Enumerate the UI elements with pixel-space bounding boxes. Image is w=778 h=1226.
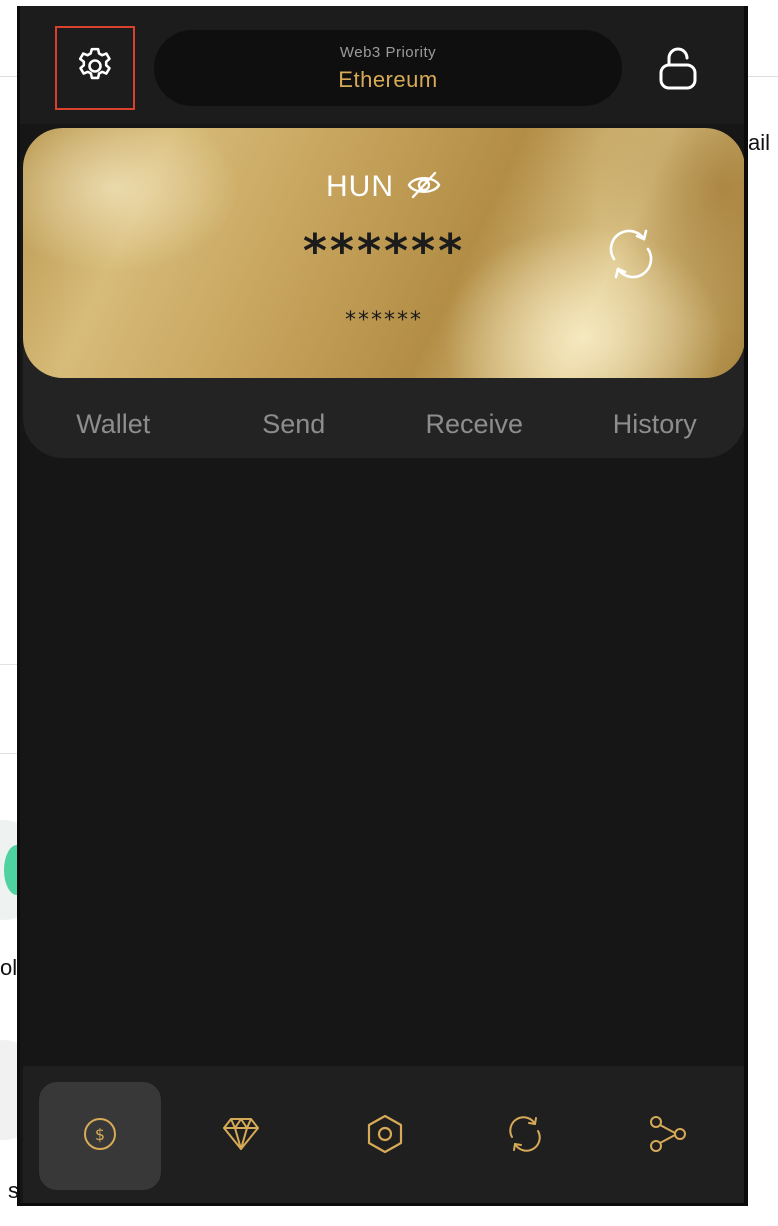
lock-button[interactable]	[652, 44, 704, 96]
currency-row: HUN	[23, 170, 744, 204]
network-label: Web3 Priority	[339, 43, 437, 61]
sync-icon	[506, 1115, 544, 1158]
nav-item-nft[interactable]	[180, 1082, 302, 1190]
lock-open-icon	[657, 45, 699, 96]
tab-receive[interactable]: Receive	[384, 394, 565, 454]
eye-off-icon	[406, 170, 442, 205]
nav-item-wallet[interactable]: $	[39, 1082, 161, 1190]
nav-item-swap[interactable]	[464, 1082, 586, 1190]
balance-card-panel: HUN ****** ****** Wallet Send Receive Hi…	[23, 128, 745, 458]
tab-wallet[interactable]: Wallet	[23, 394, 204, 454]
popup-header: Web3 Priority Ethereum	[20, 6, 744, 124]
nav-item-dapps[interactable]	[324, 1082, 446, 1190]
gear-icon	[73, 44, 117, 93]
svg-text:$: $	[95, 1125, 105, 1144]
nav-item-share[interactable]	[607, 1082, 729, 1190]
hide-balance-toggle[interactable]	[406, 171, 442, 203]
refresh-balance-button[interactable]	[601, 226, 661, 286]
settings-button[interactable]	[55, 26, 135, 110]
bottom-navigation: $	[23, 1066, 744, 1203]
balance-card: HUN ****** ******	[23, 128, 744, 378]
hexagon-nut-icon	[366, 1114, 404, 1159]
network-selector[interactable]: Web3 Priority Ethereum	[154, 30, 622, 106]
fiat-balance-value: ******	[345, 308, 423, 333]
refresh-icon	[604, 227, 658, 286]
wallet-tabs: Wallet Send Receive History	[23, 394, 745, 454]
diamond-icon	[221, 1116, 261, 1157]
currency-code: HUN	[326, 170, 394, 203]
tab-history[interactable]: History	[565, 394, 745, 454]
share-nodes-icon	[648, 1115, 688, 1158]
tab-send[interactable]: Send	[204, 394, 385, 454]
background-text-left-1: ol	[0, 955, 18, 980]
wallet-popup: Web3 Priority Ethereum HUN ****** ******…	[17, 6, 748, 1206]
dollar-coin-icon: $	[82, 1116, 118, 1157]
network-name: Ethereum	[338, 66, 438, 92]
background-text-right: ail	[747, 130, 770, 155]
